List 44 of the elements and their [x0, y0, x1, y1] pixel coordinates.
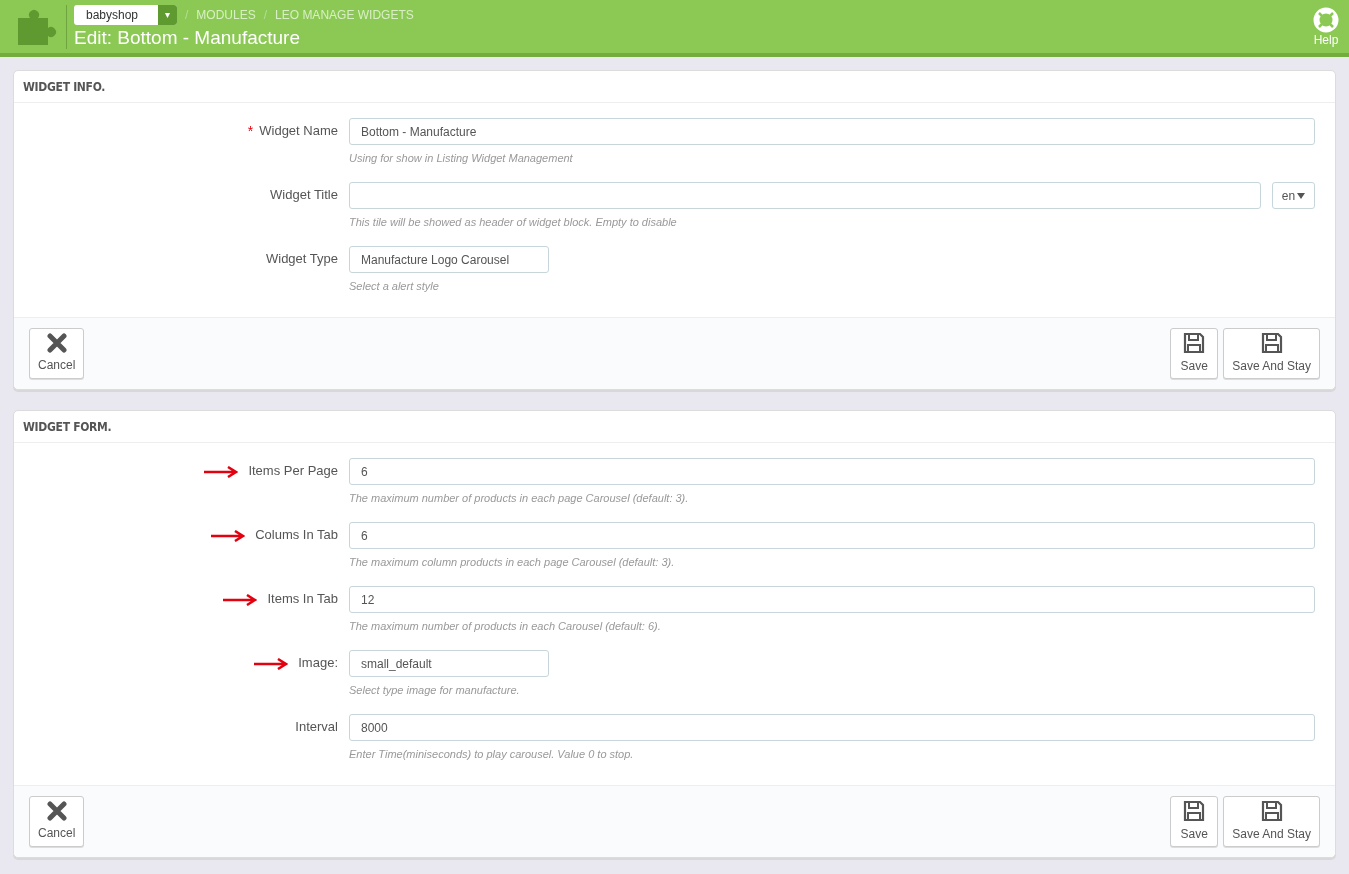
help-text: Enter Time(miniseconds) to play carousel. Value 0 to stop.	[349, 747, 635, 761]
panel-title: WIDGET INFO.	[14, 71, 1335, 103]
field-label: Image:	[298, 655, 338, 671]
puzzle-piece-icon	[16, 7, 58, 46]
field-label: Items Per Page	[248, 463, 338, 479]
field-label: Widget Type	[265, 251, 338, 267]
shop-dropdown[interactable]: babyshop ▾	[74, 4, 177, 25]
help-text: Using for show in Listing Widget Management	[349, 151, 574, 165]
cancel-button[interactable]: Cancel	[29, 328, 85, 379]
field-label: Widget Name	[259, 123, 338, 139]
save-button[interactable]: Save And Stay	[1223, 796, 1320, 847]
input-field[interactable]	[349, 182, 1261, 209]
help-text: Select type image for manufacture.	[349, 683, 521, 697]
save-button[interactable]: Save	[1170, 796, 1219, 847]
field-label: Items In Tab	[267, 591, 338, 607]
input-field[interactable]: small_default	[349, 650, 549, 677]
caret-icon: ▾	[158, 4, 177, 25]
field-label: Colums In Tab	[255, 527, 338, 543]
caret-icon	[1297, 192, 1306, 199]
panel-title: WIDGET FORM.	[14, 411, 1335, 443]
lifebuoy-icon	[1313, 6, 1339, 33]
breadcrumb-separator: /	[263, 6, 268, 24]
close-icon	[46, 801, 67, 821]
required-mark: *	[247, 123, 254, 139]
input-field[interactable]: Bottom - Manufacture	[349, 118, 1315, 145]
close-icon	[46, 333, 67, 353]
language-dropdown[interactable]: en	[1272, 182, 1315, 209]
help-text: The maximum column products in each page Carousel (default: 3).	[349, 555, 676, 569]
help-text: The maximum number of products in each Carousel (default: 6).	[349, 619, 662, 633]
input-field[interactable]: 12	[349, 586, 1315, 613]
save-button[interactable]: Save	[1170, 328, 1219, 379]
page-title: Edit: Bottom - Manufacture	[74, 25, 301, 50]
save-button[interactable]: Save And Stay	[1223, 328, 1320, 379]
help-text: This tile will be showed as header of widget block. Empty to disable	[349, 215, 678, 229]
breadcrumb-separator: /	[185, 6, 189, 24]
help-text: The maximum number of products in each page Carousel (default: 3).	[349, 491, 690, 505]
help-text: Select a alert style	[349, 279, 440, 293]
field-label: Widget Title	[270, 187, 338, 203]
cancel-button[interactable]: Cancel	[29, 796, 85, 847]
input-field[interactable]: 6	[349, 458, 1315, 485]
field-label: Interval	[295, 719, 338, 735]
input-field[interactable]: 8000	[349, 714, 1315, 741]
input-field[interactable]: Manufacture Logo Carousel	[349, 246, 549, 273]
input-field[interactable]: 6	[349, 522, 1315, 549]
